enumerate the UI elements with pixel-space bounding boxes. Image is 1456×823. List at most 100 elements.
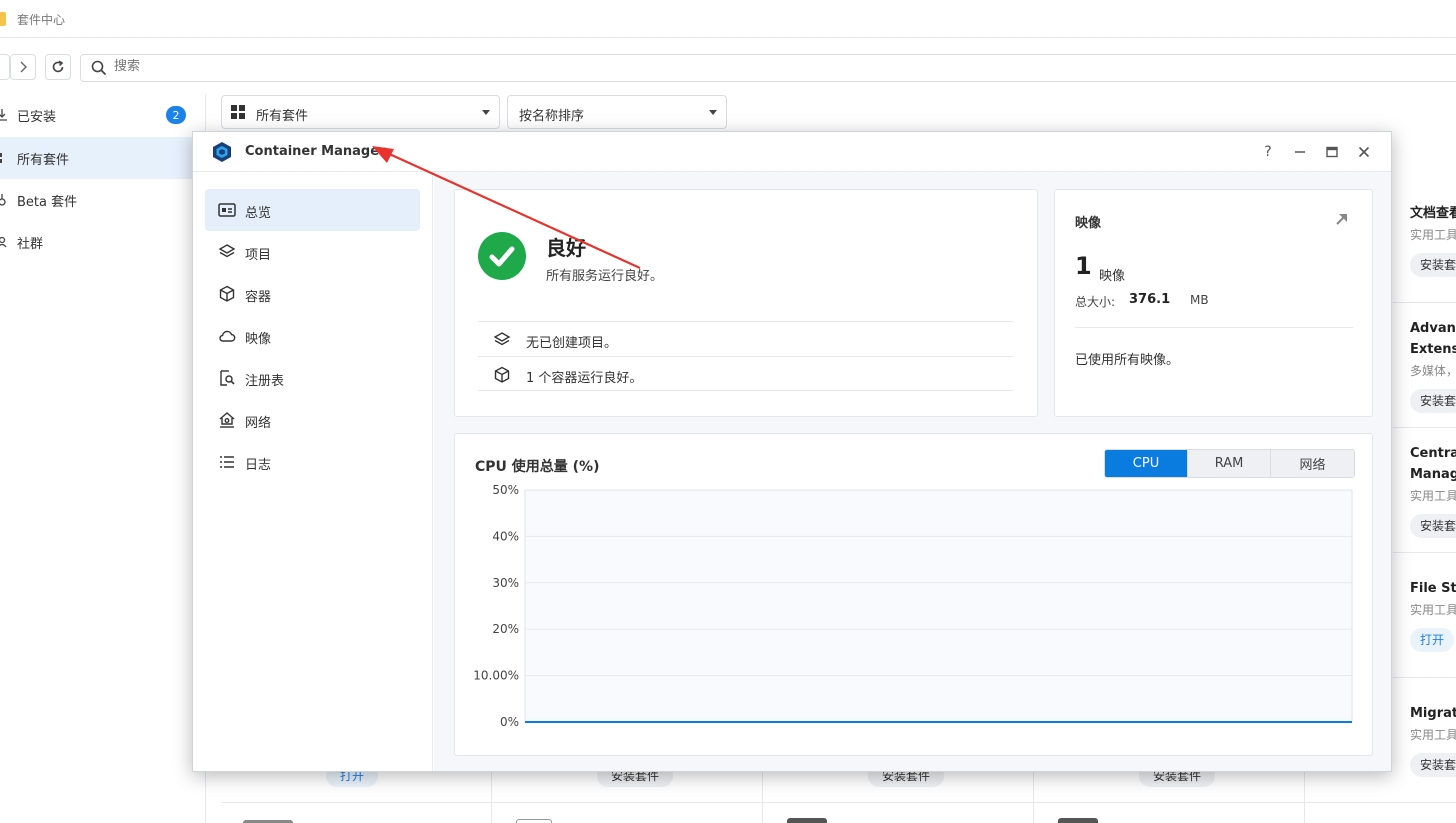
maximize-button[interactable] (1323, 143, 1341, 161)
cube-icon (494, 366, 510, 383)
images-count-unit: 映像 (1099, 269, 1126, 284)
status-row-containers: 1 个容器运行良好。 (478, 356, 1013, 391)
sidebar-item-installed[interactable]: 已安装 2 (0, 94, 206, 136)
window-titlebar[interactable]: Container Manager ? (193, 132, 1391, 172)
sidebar-item-all-packages[interactable]: 所有套件 (0, 137, 206, 179)
status-subtitle: 所有服务运行良好。 (546, 269, 664, 284)
sidebar-item-images[interactable]: 映像 (205, 315, 420, 357)
package-name: Advanced Extensions (1410, 321, 1456, 357)
package-card[interactable]: 文档查看 实用工具 安装套件 (1410, 203, 1456, 277)
divider (478, 390, 1013, 391)
overview-panel: 良好 所有服务运行良好。 无已创建项目。 1 个容器运行良好。 映像 1 映像 … (434, 172, 1391, 771)
package-name: 文档查看 (1410, 206, 1456, 221)
sort-dropdown[interactable]: 按名称排序 (507, 95, 727, 129)
navigation-bar (0, 38, 1456, 98)
sidebar-item-label: 日志 (245, 458, 272, 473)
package-card[interactable]: Central Management 实用工具 安装套件 (1410, 443, 1456, 538)
sidebar-item-label: 社群 (17, 236, 44, 252)
sort-label: 按名称排序 (519, 109, 585, 124)
search-input[interactable] (114, 59, 414, 74)
maximize-icon (1326, 146, 1338, 158)
status-ok-icon (478, 232, 526, 280)
refresh-button[interactable] (45, 54, 71, 80)
install-package-button[interactable]: 安装套件 (1410, 253, 1456, 277)
container-manager-sidebar: 总览 项目 容器 映像 注册表 网络 日志 (193, 172, 433, 771)
sidebar-item-beta[interactable]: Beta 套件 (0, 179, 206, 221)
cube-icon (219, 285, 235, 302)
package-name: Central Management (1410, 446, 1456, 482)
category-filter-dropdown[interactable]: 所有套件 (221, 95, 500, 129)
minimize-button[interactable] (1291, 143, 1309, 161)
y-tick-label: 30% (492, 576, 519, 590)
category-filter-label: 所有套件 (256, 109, 309, 124)
images-size-unit: MB (1190, 293, 1209, 307)
package-icon (787, 818, 827, 823)
images-card: 映像 1 映像 总大小: 376.1 MB 已使用所有映像。 (1054, 189, 1373, 417)
sidebar-item-label: 已安装 (17, 109, 57, 125)
y-tick-label: 50% (492, 483, 519, 497)
search-box[interactable] (80, 54, 1456, 82)
list-icon (220, 456, 234, 468)
cloud-icon (219, 330, 236, 342)
package-center-titlebar: 套件中心 (0, 0, 1456, 38)
y-tick-label: 40% (492, 529, 519, 543)
cpu-usage-chart: 50% 40% 30% 20% 10.00% 0% (473, 483, 1353, 729)
y-tick-label: 10.00% (473, 669, 519, 683)
status-row-projects: 无已创建项目。 (478, 321, 1013, 356)
sidebar-item-projects[interactable]: 项目 (205, 231, 420, 273)
sidebar-item-label: 网络 (245, 416, 272, 431)
plot-area (524, 489, 1353, 723)
sidebar-item-network[interactable]: 网络 (205, 399, 420, 441)
sidebar-item-label: 容器 (245, 290, 272, 305)
layers-icon (493, 332, 511, 346)
images-size-label: 总大小: (1075, 295, 1116, 309)
container-manager-logo-icon (213, 142, 231, 162)
refresh-icon (52, 60, 64, 73)
package-card[interactable]: Advanced Extensions 多媒体， 安装套件 (1410, 318, 1456, 413)
cpu-usage-card: CPU 使用总量 (%) CPU RAM 网络 50% 40% 30% 20% 10.0… (454, 433, 1373, 756)
package-card[interactable]: File Station 实用工具 打开 (1410, 578, 1456, 652)
sidebar-item-overview[interactable]: 总览 (205, 189, 420, 231)
install-package-button[interactable]: 安装套件 (1410, 514, 1456, 538)
close-button[interactable] (1355, 143, 1373, 161)
sidebar-item-label: 映像 (245, 332, 272, 347)
grid-icon (231, 105, 245, 119)
help-button[interactable]: ? (1259, 143, 1277, 161)
installed-count-badge: 2 (166, 106, 186, 124)
y-tick-label: 20% (492, 622, 519, 636)
sidebar-item-label: Beta 套件 (17, 194, 78, 210)
divider (221, 802, 1456, 803)
divider (1075, 327, 1353, 328)
package-center-icon (0, 12, 6, 26)
package-icon (516, 819, 552, 823)
sidebar-item-label: 总览 (245, 206, 272, 221)
forward-button[interactable] (10, 54, 36, 80)
package-category: 实用工具 (1410, 603, 1456, 617)
open-package-button[interactable]: 打开 (1410, 628, 1455, 652)
arrow-up-right-icon[interactable] (1333, 210, 1351, 228)
minimize-icon (1295, 151, 1305, 153)
package-category: 实用工具 (1410, 489, 1456, 503)
grid-icon (0, 153, 2, 163)
layers-icon (218, 244, 236, 258)
container-manager-window[interactable]: Container Manager ? 总览 项目 容器 映像 注册表 网络 日… (192, 131, 1392, 772)
divider (1393, 427, 1456, 428)
sidebar-item-logs[interactable]: 日志 (205, 441, 420, 483)
status-card: 良好 所有服务运行良好。 无已创建项目。 1 个容器运行良好。 (454, 189, 1038, 417)
chevron-right-icon (20, 61, 27, 73)
divider (1393, 552, 1456, 553)
sidebar-item-label: 项目 (245, 248, 272, 263)
download-icon (0, 109, 7, 121)
sidebar-item-containers[interactable]: 容器 (205, 273, 420, 315)
install-package-button[interactable]: 安装套件 (1410, 389, 1456, 413)
search-icon (91, 60, 107, 76)
sidebar-item-community[interactable]: 社群 (0, 221, 206, 263)
sidebar-item-registry[interactable]: 注册表 (205, 357, 420, 399)
package-sidebar: 已安装 2 所有套件 Beta 套件 社群 (0, 94, 206, 823)
overview-icon (218, 203, 236, 217)
back-button[interactable] (0, 54, 10, 80)
registry-search-icon (220, 370, 235, 386)
window-title: Container Manager (245, 144, 386, 159)
sidebar-item-label: 所有套件 (17, 152, 70, 168)
divider (1393, 677, 1456, 678)
